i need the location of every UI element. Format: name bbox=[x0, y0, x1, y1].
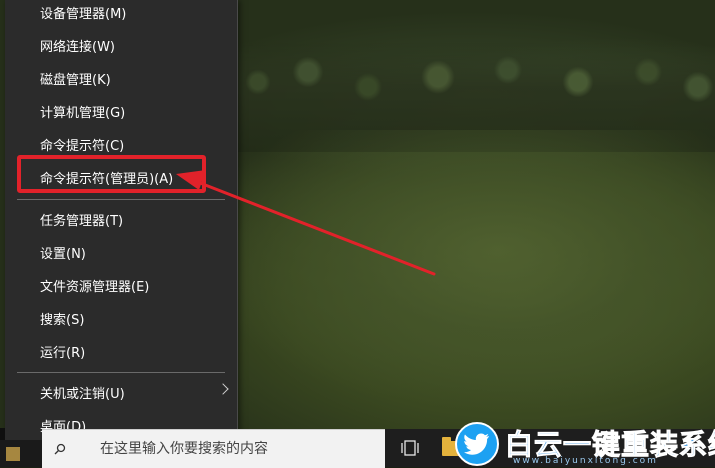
search-placeholder: 在这里输入你要搜索的内容 bbox=[100, 441, 268, 457]
watermark-url: www.baiyunxitong.com bbox=[513, 456, 658, 466]
app-tile-icon bbox=[6, 447, 20, 461]
task-view-icon[interactable] bbox=[401, 439, 419, 457]
search-icon bbox=[54, 443, 66, 455]
taskbar-search-box[interactable]: 在这里输入你要搜索的内容 bbox=[42, 429, 385, 468]
twitter-bird-icon bbox=[455, 422, 499, 466]
start-area[interactable] bbox=[0, 440, 42, 467]
annotation-arrow bbox=[176, 170, 436, 276]
watermark: 白云一键重装系统 www.baiyunxitong.com bbox=[455, 422, 715, 467]
